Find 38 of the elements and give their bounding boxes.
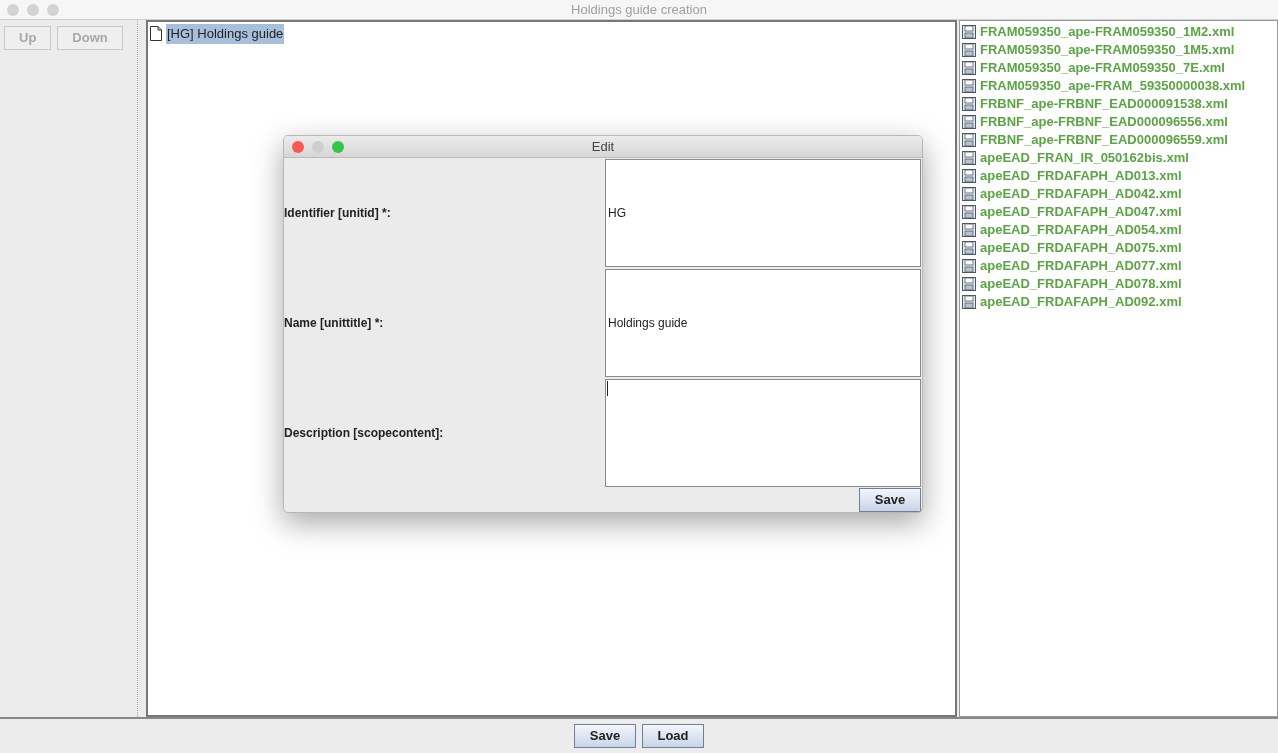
file-item[interactable]: apeEAD_FRDAFAPH_AD092.xml xyxy=(980,292,1182,312)
file-item[interactable]: apeEAD_FRDAFAPH_AD078.xml xyxy=(980,274,1182,294)
file-item[interactable]: FRAM059350_ape-FRAM059350_1M5.xml xyxy=(980,40,1235,60)
text-area[interactable]: Holdings guide xyxy=(605,269,921,377)
file-item[interactable]: FRBNF_ape-FRBNF_EAD000096559.xml xyxy=(980,130,1228,150)
window-control-icon[interactable] xyxy=(27,3,39,16)
file-item[interactable]: apeEAD_FRDAFAPH_AD075.xml xyxy=(980,238,1182,258)
file-item[interactable]: apeEAD_FRDAFAPH_AD047.xml xyxy=(980,202,1182,222)
file-item[interactable]: FRAM059350_ape-FRAM059350_7E.xml xyxy=(980,58,1225,78)
file-item[interactable]: apeEAD_FRAN_IR_050162bis.xml xyxy=(980,148,1189,168)
field-value: HG xyxy=(607,205,626,222)
window-control-icon[interactable] xyxy=(312,140,324,153)
field-label: Name [unittitle] *: xyxy=(284,315,384,332)
bottom-button[interactable]: Load xyxy=(642,724,704,748)
document-icon xyxy=(150,26,162,42)
file-item[interactable]: apeEAD_FRDAFAPH_AD077.xml xyxy=(980,256,1182,276)
dialog-title: Edit xyxy=(590,137,616,156)
field-label: Description [scopecontent]: xyxy=(284,425,444,442)
file-item[interactable]: apeEAD_FRDAFAPH_AD054.xml xyxy=(980,220,1182,240)
window-control-icon[interactable] xyxy=(332,140,344,153)
file-item[interactable]: FRAM059350_ape-FRAM_59350000038.xml xyxy=(980,76,1246,96)
text-caret xyxy=(607,381,608,396)
window-control-icon[interactable] xyxy=(292,140,304,153)
text-area[interactable]: HG xyxy=(605,159,921,267)
window-control-icon[interactable] xyxy=(47,3,59,16)
file-item[interactable]: apeEAD_FRDAFAPH_AD042.xml xyxy=(980,184,1182,204)
dialog-save-button[interactable]: Save xyxy=(859,488,921,512)
field-label: Identifier [unitid] *: xyxy=(284,205,391,222)
tree-item[interactable]: [HG] Holdings guide xyxy=(166,24,285,44)
file-item[interactable]: FRAM059350_ape-FRAM059350_1M2.xml xyxy=(980,22,1235,42)
window-control-icon[interactable] xyxy=(7,3,19,16)
file-item[interactable]: FRBNF_ape-FRBNF_EAD000096556.xml xyxy=(980,112,1228,132)
window-title: Holdings guide creation xyxy=(570,0,708,19)
text-area[interactable] xyxy=(605,379,921,487)
file-item[interactable]: FRBNF_ape-FRBNF_EAD000091538.xml xyxy=(980,94,1228,114)
bottom-button[interactable]: Save xyxy=(574,724,636,748)
field-value: Holdings guide xyxy=(607,315,688,332)
file-item[interactable]: apeEAD_FRDAFAPH_AD013.xml xyxy=(980,166,1182,186)
